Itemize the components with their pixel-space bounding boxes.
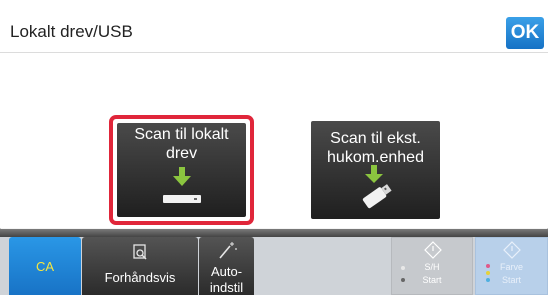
- color-start-label-line1: Farve: [499, 262, 523, 272]
- local-drive-icon: [163, 167, 201, 203]
- color-start-label-line2: Start: [501, 275, 521, 285]
- usb-drive-icon: [362, 165, 392, 209]
- preview-icon: [133, 244, 147, 260]
- ca-button[interactable]: CA: [9, 237, 81, 295]
- bottom-bar-top-strip: [0, 229, 548, 237]
- preview-button[interactable]: Forhåndsvis: [82, 237, 198, 295]
- content-area: Scan til lokalt drev Scan til ekst. huko…: [0, 53, 548, 228]
- ok-button[interactable]: OK: [506, 17, 544, 49]
- mono-start-label-line2: Start: [422, 275, 442, 285]
- header-bar: Lokalt drev/USB OK: [0, 0, 548, 53]
- auto-setting-label: Auto- indstil: [199, 264, 254, 296]
- mono-start-button[interactable]: S/H Start: [391, 237, 473, 295]
- scan-to-external-memory-button[interactable]: Scan til ekst. hukom.enhed: [311, 121, 440, 219]
- auto-setting-label-line2: indstil: [209, 280, 244, 295]
- auto-setting-button[interactable]: Auto- indstil: [199, 237, 254, 295]
- scan-to-local-drive-button[interactable]: Scan til lokalt drev: [117, 123, 246, 217]
- magic-wand-icon: [219, 242, 237, 259]
- color-start-button[interactable]: Farve Start: [475, 237, 548, 295]
- preview-label: Forhåndsvis: [104, 270, 176, 285]
- selection-highlight: Scan til lokalt drev: [109, 115, 254, 225]
- start-diamond-icon: [503, 241, 521, 259]
- page-title: Lokalt drev/USB: [10, 22, 133, 41]
- start-diamond-icon: [424, 241, 442, 259]
- auto-setting-label-line1: Auto-: [210, 264, 243, 279]
- mono-start-label-line1: S/H: [424, 262, 440, 272]
